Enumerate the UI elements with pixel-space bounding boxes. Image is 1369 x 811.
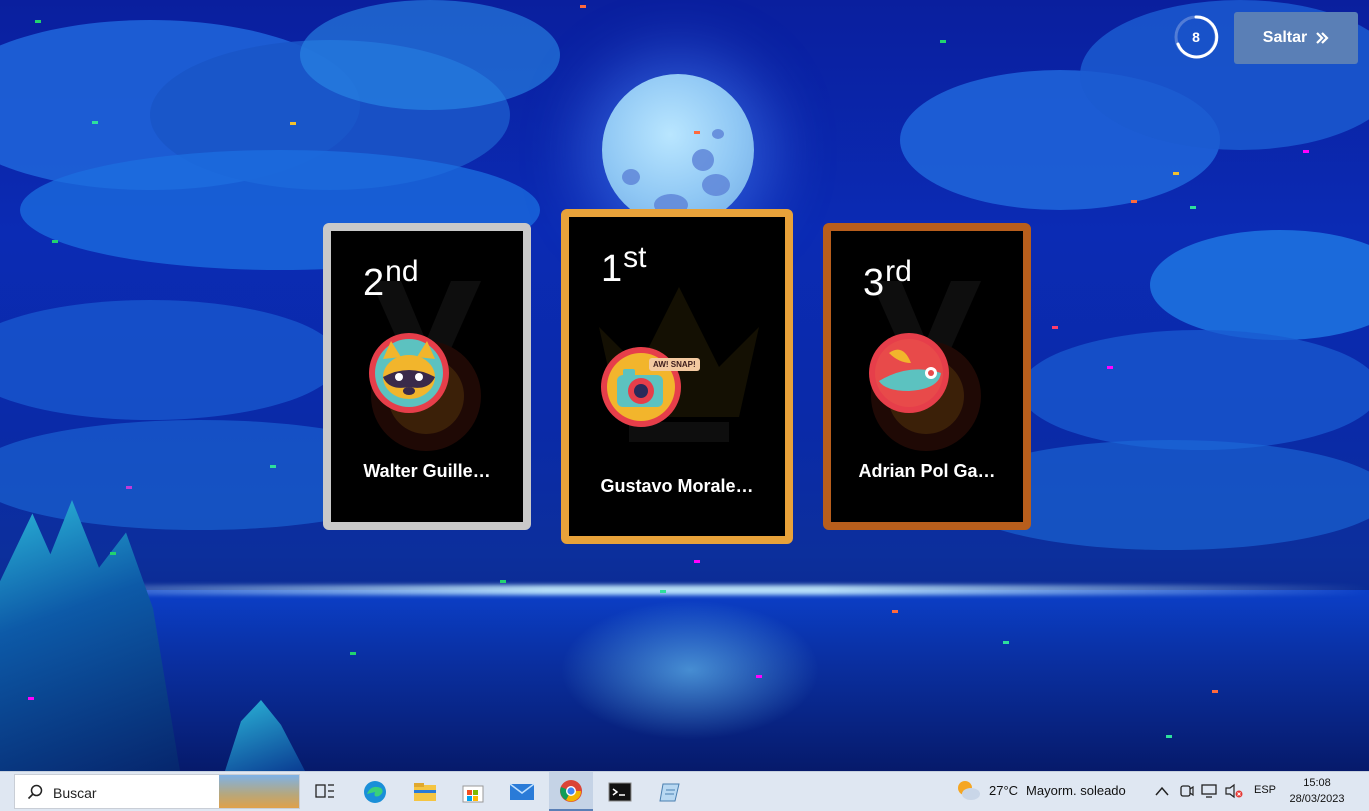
confetti [940, 40, 946, 43]
confetti [52, 240, 58, 243]
player-name: Gustavo Morale… [600, 476, 754, 496]
weather-temp: 27°C [989, 782, 1019, 798]
chrome-icon[interactable] [549, 772, 593, 811]
search-icon [27, 784, 43, 800]
confetti [500, 580, 506, 583]
podium-card-first: 1st AW! SNAP! Gustavo Morale… [561, 209, 793, 544]
windows-taskbar: Buscar 27°C Mayorm. soleado ESP 15:08 28… [0, 771, 1369, 811]
podium-card-third: 3rd Adrian Pol Ga… [823, 223, 1031, 530]
cloud [1020, 330, 1369, 450]
taskbar-search[interactable]: Buscar [14, 774, 300, 809]
double-chevron-right-icon [1316, 32, 1329, 44]
skip-button[interactable]: Saltar [1234, 12, 1358, 64]
confetti [1003, 641, 1009, 644]
countdown-timer: 8 [1173, 14, 1219, 60]
language-indicator[interactable]: ESP [1254, 784, 1276, 796]
confetti [1107, 366, 1113, 369]
partly-sunny-icon [958, 781, 980, 800]
mail-icon[interactable] [507, 777, 537, 807]
confetti [110, 552, 116, 555]
clock-date: 28/03/2023 [1289, 793, 1345, 805]
player-name: Walter Guille… [363, 461, 491, 481]
confetti [1173, 172, 1179, 175]
skip-label: Saltar [1262, 29, 1308, 46]
confetti [1131, 200, 1137, 203]
place-label: 2nd [363, 255, 419, 304]
confetti [756, 675, 762, 678]
confetti [1212, 690, 1218, 693]
cloud [300, 0, 560, 110]
confetti [1303, 150, 1309, 153]
cloud [1150, 230, 1369, 340]
player-name: Adrian Pol Ga… [858, 461, 996, 481]
task-view-icon[interactable] [310, 777, 340, 807]
moon-reflection [560, 600, 820, 740]
confetti [1190, 206, 1196, 209]
rock-cliff [0, 500, 180, 771]
moon [602, 74, 754, 226]
timer-value: 8 [1192, 29, 1200, 45]
horizon-line [0, 585, 1369, 595]
file-explorer-icon[interactable] [410, 777, 440, 807]
clock-time: 15:08 [1303, 777, 1331, 789]
confetti [1166, 735, 1172, 738]
place-label: 1st [601, 241, 647, 290]
podium-card-second: 2nd Walter Guille… [323, 223, 531, 530]
confetti [694, 131, 700, 134]
volume-muted-icon[interactable] [1225, 783, 1243, 799]
cloud [0, 300, 340, 420]
place-label: 3rd [863, 255, 912, 304]
store-icon[interactable] [458, 777, 488, 807]
confetti [580, 5, 586, 8]
search-placeholder: Buscar [53, 785, 97, 801]
weather-desc: Mayorm. soleado [1026, 782, 1126, 798]
network-icon[interactable] [1201, 783, 1219, 799]
confetti [270, 465, 276, 468]
avatar-badge: AW! SNAP! [649, 358, 700, 371]
confetti [694, 560, 700, 563]
confetti [290, 122, 296, 125]
confetti [1052, 326, 1058, 329]
green-hat-avatar [869, 333, 949, 413]
meet-now-icon[interactable] [1180, 783, 1194, 799]
clock[interactable]: 15:08 28/03/2023 [1285, 775, 1349, 807]
search-highlight-image [219, 775, 299, 808]
confetti [350, 652, 356, 655]
confetti [892, 610, 898, 613]
notepad-icon[interactable] [655, 777, 685, 807]
raccoon-avatar [369, 333, 449, 413]
confetti [92, 121, 98, 124]
weather-widget[interactable]: 27°C Mayorm. soleado [955, 778, 1126, 802]
confetti [126, 486, 132, 489]
confetti [660, 590, 666, 593]
chevron-up-icon[interactable] [1155, 785, 1169, 797]
terminal-icon[interactable] [605, 777, 635, 807]
confetti [28, 697, 34, 700]
confetti [35, 20, 41, 23]
edge-icon[interactable] [360, 777, 390, 807]
